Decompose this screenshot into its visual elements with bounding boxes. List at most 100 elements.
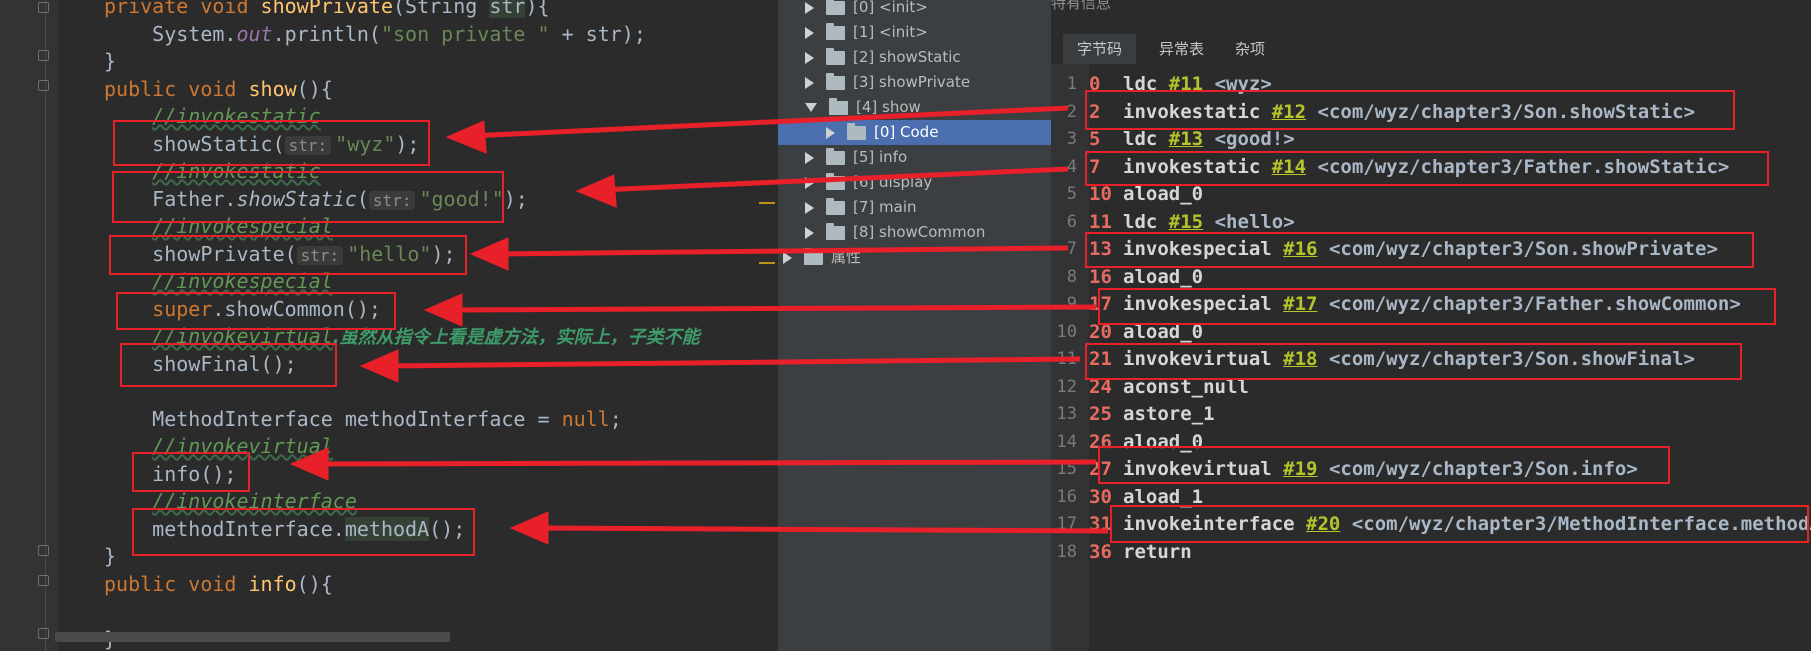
code-line[interactable]: }: [104, 48, 116, 74]
instruction-comment: <good!>: [1214, 128, 1295, 150]
code-line[interactable]: public void info(){: [104, 571, 333, 597]
tree-item-label: [6] display: [853, 173, 933, 191]
code-line[interactable]: MethodInterface methodInterface = null;: [104, 406, 622, 432]
tree-item-label: [8] showCommon: [853, 223, 986, 241]
collapsed-triangle-icon[interactable]: [805, 1, 814, 14]
code-token: null: [561, 406, 610, 431]
code-token: public void: [104, 571, 249, 596]
line-number: 10: [1056, 321, 1077, 342]
code-token: show: [248, 76, 297, 101]
collapsed-triangle-icon[interactable]: [783, 251, 792, 264]
bytecode-tab[interactable]: 杂项: [1221, 34, 1279, 64]
instruction: astore_1: [1123, 401, 1215, 428]
tree-item[interactable]: [7] main: [805, 195, 917, 220]
constant-pool-link[interactable]: #15: [1169, 211, 1203, 233]
fold-marker-icon[interactable]: [38, 545, 49, 556]
bytecode-offset: 5: [1089, 128, 1101, 150]
tree-item[interactable]: [5] info: [805, 145, 907, 170]
tree-item[interactable]: [1] <init>: [805, 20, 928, 45]
folder-icon: [826, 22, 845, 40]
annotation-box-showprivate: [109, 235, 467, 275]
code-line[interactable]: private void showPrivate(String str){: [104, 0, 550, 19]
line-number: 11: [1056, 349, 1077, 369]
annotation-box-bc-9: [1098, 288, 1776, 325]
code-line[interactable]: public void show(){: [104, 76, 333, 102]
line-number: 3: [1066, 129, 1077, 149]
annotation-box-showcommon: [116, 292, 396, 330]
code-line[interactable]: System.out.println("son private " + str)…: [104, 21, 646, 47]
line-number: 6: [1066, 211, 1077, 232]
code-token: (){: [296, 76, 333, 101]
collapsed-triangle-icon[interactable]: [826, 126, 835, 139]
tree-item[interactable]: [0] Code: [778, 120, 1051, 145]
collapsed-triangle-icon[interactable]: [805, 26, 814, 39]
tree-item[interactable]: [8] showCommon: [805, 220, 985, 245]
collapsed-triangle-icon[interactable]: [805, 226, 814, 239]
bytecode-tab[interactable]: 字节码: [1063, 34, 1137, 64]
collapsed-triangle-icon[interactable]: [805, 176, 814, 189]
error-stripe-marker[interactable]: [759, 202, 775, 204]
horizontal-scrollbar[interactable]: [55, 632, 450, 642]
line-number: 2: [1066, 101, 1077, 122]
folder-icon: [826, 172, 845, 190]
instruction: ldc #13 <good!>: [1123, 126, 1295, 153]
tree-item[interactable]: [3] showPrivate: [805, 70, 970, 95]
line-number: 15: [1056, 459, 1077, 479]
tree-item-label: 属性: [831, 248, 862, 266]
tree-item-label: [4] show: [856, 98, 921, 116]
opcode: astore_1: [1123, 403, 1215, 425]
class-structure-tree[interactable]: [0] <init> [1] <init> [2] showStatic [3] sh…: [778, 0, 1051, 651]
bytecode-offset: 25: [1089, 403, 1112, 425]
editor-gutter: [0, 0, 58, 651]
tree-item-label: [0] Code: [874, 123, 939, 141]
line-number: 1: [1066, 74, 1077, 94]
collapsed-triangle-icon[interactable]: [805, 76, 814, 89]
opcode: aload_0: [1123, 183, 1204, 205]
code-token: .println(: [272, 21, 381, 46]
folder-icon: [826, 197, 845, 215]
code-token: (){: [296, 571, 333, 596]
expanded-triangle-icon[interactable]: [805, 103, 817, 112]
tree-item[interactable]: [4] show: [805, 95, 921, 120]
code-token: (String: [393, 0, 490, 18]
fold-marker-icon[interactable]: [38, 2, 49, 13]
constant-pool-link[interactable]: #13: [1169, 128, 1203, 150]
bytecode-tab[interactable]: 异常表: [1145, 34, 1218, 64]
line-number: 12: [1056, 376, 1077, 397]
code-token: public void: [104, 76, 249, 101]
section-label: 特有信息: [1051, 0, 1112, 12]
folder-icon: [826, 222, 845, 240]
tree-item-label: [1] <init>: [853, 23, 928, 41]
opcode: ldc: [1123, 210, 1158, 233]
fold-marker-icon[interactable]: [38, 80, 49, 91]
fold-marker-icon[interactable]: [38, 628, 49, 639]
annotation-box-bc-7: [1085, 232, 1754, 268]
tree-item[interactable]: [0] <init>: [805, 0, 928, 20]
tree-item[interactable]: 属性: [783, 245, 861, 270]
folder-icon: [826, 47, 845, 65]
code-token: + str);: [549, 21, 646, 46]
collapsed-triangle-icon[interactable]: [805, 201, 814, 214]
annotation-box-bc-4: [1085, 151, 1769, 186]
code-token: "son private ": [380, 21, 550, 46]
tree-item[interactable]: [2] showStatic: [805, 45, 961, 70]
fold-marker-icon[interactable]: [38, 575, 49, 586]
bytecode-line: 3 5 ldc #13 <good!>: [1051, 126, 1811, 153]
code-token: str: [489, 0, 526, 18]
line-number: 4: [1066, 156, 1077, 177]
collapsed-triangle-icon[interactable]: [805, 51, 814, 64]
collapsed-triangle-icon[interactable]: [805, 151, 814, 164]
error-stripe-marker[interactable]: [759, 262, 775, 264]
line-number: 16: [1056, 486, 1077, 507]
bytecode-line: 13 25 astore_1: [1051, 401, 1811, 428]
code-token: showPrivate: [260, 0, 393, 18]
line-number: 5: [1066, 184, 1077, 204]
code-token: );: [503, 186, 528, 211]
line-number: 18: [1056, 541, 1077, 562]
opcode: return: [1123, 540, 1192, 563]
tree-item-label: [3] showPrivate: [853, 73, 971, 91]
fold-marker-icon[interactable]: [38, 50, 49, 61]
code-line[interactable]: }: [104, 543, 116, 569]
tree-item[interactable]: [6] display: [805, 170, 932, 195]
opcode: ldc: [1123, 128, 1158, 150]
